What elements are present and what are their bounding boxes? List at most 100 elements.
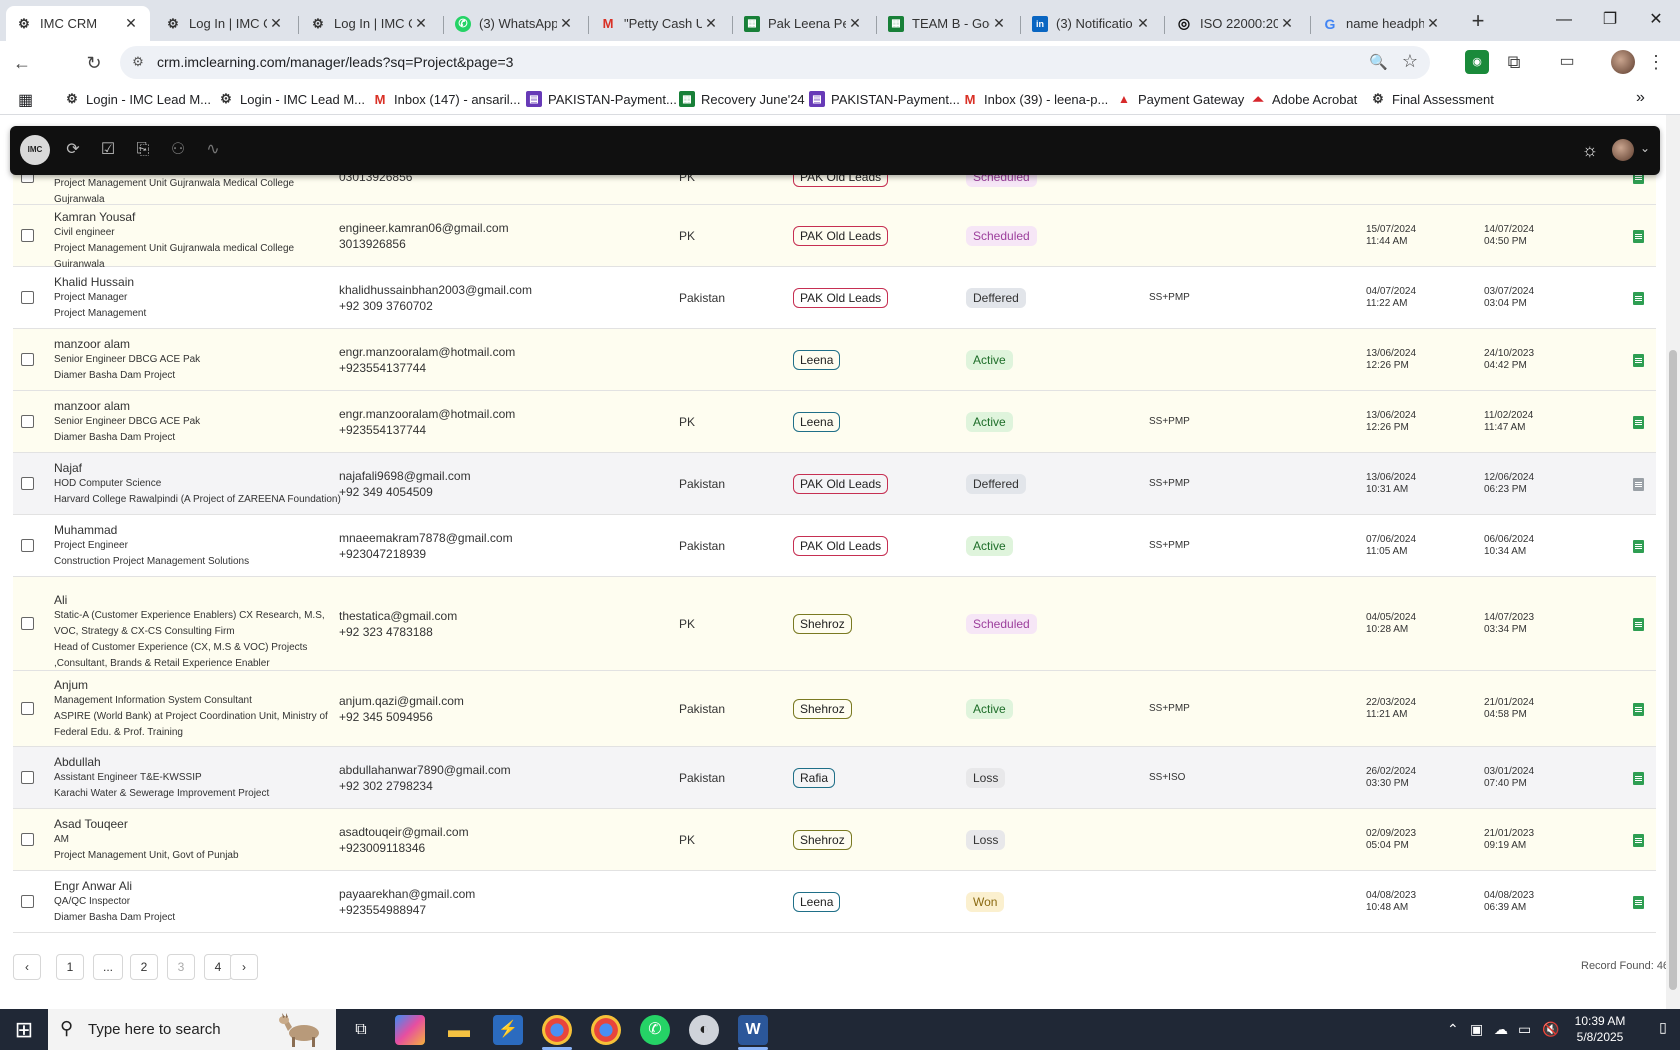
bookmark-item[interactable]: ⚙ Login - IMC Lead M... — [64, 91, 211, 107]
close-icon[interactable]: ✕ — [702, 15, 720, 32]
tray-app-icon[interactable]: ▣ — [1470, 1021, 1483, 1038]
lead-email[interactable]: engr.manzooralam@hotmail.com — [339, 344, 515, 360]
table-row[interactable]: manzoor alam Senior Engineer DBCG ACE Pak… — [13, 329, 1656, 391]
table-row[interactable]: Abdullah Assistant Engineer T&E-KWSSIP Kar… — [13, 747, 1656, 809]
status-badge[interactable]: Scheduled — [966, 226, 1037, 246]
close-icon[interactable]: ✕ — [1278, 15, 1296, 32]
browser-tab[interactable]: M "Petty Cash U ✕ — [590, 6, 730, 41]
document-icon[interactable] — [1633, 834, 1644, 847]
page-scrollbar[interactable] — [1666, 115, 1680, 1009]
document-icon[interactable] — [1633, 292, 1644, 305]
more-bookmarks-icon[interactable]: » — [1636, 89, 1645, 107]
row-checkbox[interactable] — [21, 477, 34, 490]
status-badge[interactable]: Deffered — [966, 288, 1026, 308]
chrome-icon[interactable] — [542, 1015, 572, 1045]
row-checkbox[interactable] — [21, 291, 34, 304]
task-view-icon[interactable]: ⧉ — [346, 1015, 376, 1045]
extension-green-icon[interactable]: ◉ — [1465, 50, 1489, 74]
refresh-icon[interactable]: ⟳ — [63, 140, 83, 160]
whatsapp-icon[interactable]: ✆ — [640, 1015, 670, 1045]
owner-badge[interactable]: Shehroz — [793, 699, 852, 719]
status-badge[interactable]: Scheduled — [966, 614, 1037, 634]
page-button[interactable]: 1 — [56, 954, 84, 980]
close-icon[interactable]: ✕ — [267, 15, 285, 32]
owner-badge[interactable]: Leena — [793, 892, 841, 912]
lead-email[interactable]: engr.manzooralam@hotmail.com — [339, 406, 515, 422]
lead-email[interactable]: mnaeemakram7878@gmail.com — [339, 530, 513, 546]
theme-toggle-sun-icon[interactable]: ☼ — [1582, 140, 1599, 161]
document-icon[interactable] — [1633, 478, 1644, 491]
document-icon[interactable] — [1633, 703, 1644, 716]
close-window-icon[interactable]: ✕ — [1633, 6, 1679, 34]
lead-email[interactable]: khalidhussainbhan2003@gmail.com — [339, 282, 532, 298]
row-checkbox[interactable] — [21, 833, 34, 846]
prev-page-button[interactable]: ‹ — [13, 954, 41, 980]
status-badge[interactable]: Active — [966, 412, 1013, 432]
pinned-app-icon[interactable]: ⚡ — [493, 1015, 523, 1045]
browser-tab[interactable]: ▦ Pak Leena Pet ✕ — [734, 6, 874, 41]
table-row[interactable]: Khalid Hussain Project Manager Project Man… — [13, 267, 1656, 329]
user-icon[interactable]: ⚇ — [168, 140, 188, 160]
row-checkbox[interactable] — [21, 895, 34, 908]
cast-icon[interactable]: ▭ — [1555, 50, 1579, 74]
new-tab-button[interactable]: + — [1464, 8, 1492, 36]
owner-badge[interactable]: PAK Old Leads — [793, 536, 889, 556]
file-explorer-icon[interactable]: ▬ — [444, 1015, 474, 1045]
bookmark-item[interactable]: ▦ Recovery June'24 — [679, 91, 805, 107]
owner-badge[interactable]: PAK Old Leads — [793, 226, 889, 246]
document-icon[interactable] — [1633, 540, 1644, 553]
bookmark-item[interactable]: M Inbox (39) - leena-p... — [962, 91, 1109, 107]
status-badge[interactable]: Won — [966, 892, 1005, 912]
row-checkbox[interactable] — [21, 771, 34, 784]
activity-icon[interactable]: ∿ — [203, 140, 223, 160]
close-icon[interactable]: ✕ — [557, 15, 575, 32]
lead-name[interactable]: Abdullah — [54, 754, 344, 770]
address-bar[interactable]: ⚙ crm.imclearning.com/manager/leads?sq=P… — [120, 46, 1430, 79]
page-button[interactable]: 2 — [130, 954, 158, 980]
back-arrow-icon[interactable]: ← — [8, 49, 36, 77]
table-row[interactable]: Muhammad Project Engineer Construction Pro… — [13, 515, 1656, 577]
bookmark-item[interactable]: ▲ Payment Gateway — [1116, 91, 1244, 107]
browser-tab[interactable]: ⚙ Log In | IMC C ✕ — [300, 6, 440, 41]
lead-name[interactable]: Khalid Hussain — [54, 274, 344, 290]
site-info-icon[interactable]: ⚙ — [130, 54, 146, 70]
chevron-down-icon[interactable]: ⌄ — [1640, 141, 1650, 155]
taskbar-search-box[interactable]: ⚲ Type here to search — [48, 1009, 336, 1050]
owner-badge[interactable]: Leena — [793, 350, 841, 370]
calendar-check-icon[interactable]: ☑ — [98, 140, 118, 160]
windows-start-icon[interactable]: ⊞ — [0, 1009, 48, 1050]
reload-icon[interactable]: ↻ — [80, 49, 108, 77]
lead-name[interactable]: manzoor alam — [54, 398, 344, 414]
close-icon[interactable]: ✕ — [990, 15, 1008, 32]
lead-email[interactable]: thestatica@gmail.com — [339, 608, 457, 624]
status-badge[interactable]: Loss — [966, 768, 1006, 788]
browser-tab[interactable]: Gname headph ✕ — [1312, 6, 1452, 41]
profile-avatar[interactable] — [1611, 50, 1635, 74]
lead-email[interactable]: engineer.kamran06@gmail.com — [339, 220, 509, 236]
close-icon[interactable]: ✕ — [122, 15, 140, 32]
row-checkbox[interactable] — [21, 415, 34, 428]
owner-badge[interactable]: Rafia — [793, 768, 836, 788]
table-row[interactable]: Ali Static-A (Customer Experience Enabler… — [13, 577, 1656, 671]
close-icon[interactable]: ✕ — [412, 15, 430, 32]
lead-email[interactable]: najafali9698@gmail.com — [339, 468, 471, 484]
bookmark-item[interactable]: ⚙ Final Assessment — [1370, 91, 1494, 107]
next-page-button[interactable]: › — [230, 954, 258, 980]
user-avatar[interactable] — [1612, 139, 1634, 161]
table-row[interactable]: Kamran Yousaf Civil engineer Project Manag… — [13, 205, 1656, 270]
file-export-icon[interactable]: ⎘ — [133, 140, 153, 160]
bookmark-item[interactable]: ▤ PAKISTAN-Payment... — [526, 91, 677, 107]
word-icon[interactable]: W — [738, 1015, 768, 1045]
page-button[interactable]: 4 — [204, 954, 232, 980]
table-row[interactable]: Engr Anwar Ali QA/QC Inspector Diamer Bash… — [13, 871, 1656, 933]
lead-name[interactable]: Asad Touqeer — [54, 816, 344, 832]
lead-email[interactable]: payaarekhan@gmail.com — [339, 886, 475, 902]
close-icon[interactable]: ✕ — [1424, 15, 1442, 32]
maximize-icon[interactable]: ❐ — [1587, 6, 1633, 34]
document-icon[interactable] — [1633, 416, 1644, 429]
url-text[interactable]: crm.imclearning.com/manager/leads?sq=Pro… — [157, 54, 513, 70]
imc-logo[interactable]: IMC — [20, 135, 50, 165]
owner-badge[interactable]: Shehroz — [793, 614, 852, 634]
page-button[interactable]: ... — [93, 954, 123, 980]
table-row[interactable]: Najaf HOD Computer Science Harvard College… — [13, 453, 1656, 515]
